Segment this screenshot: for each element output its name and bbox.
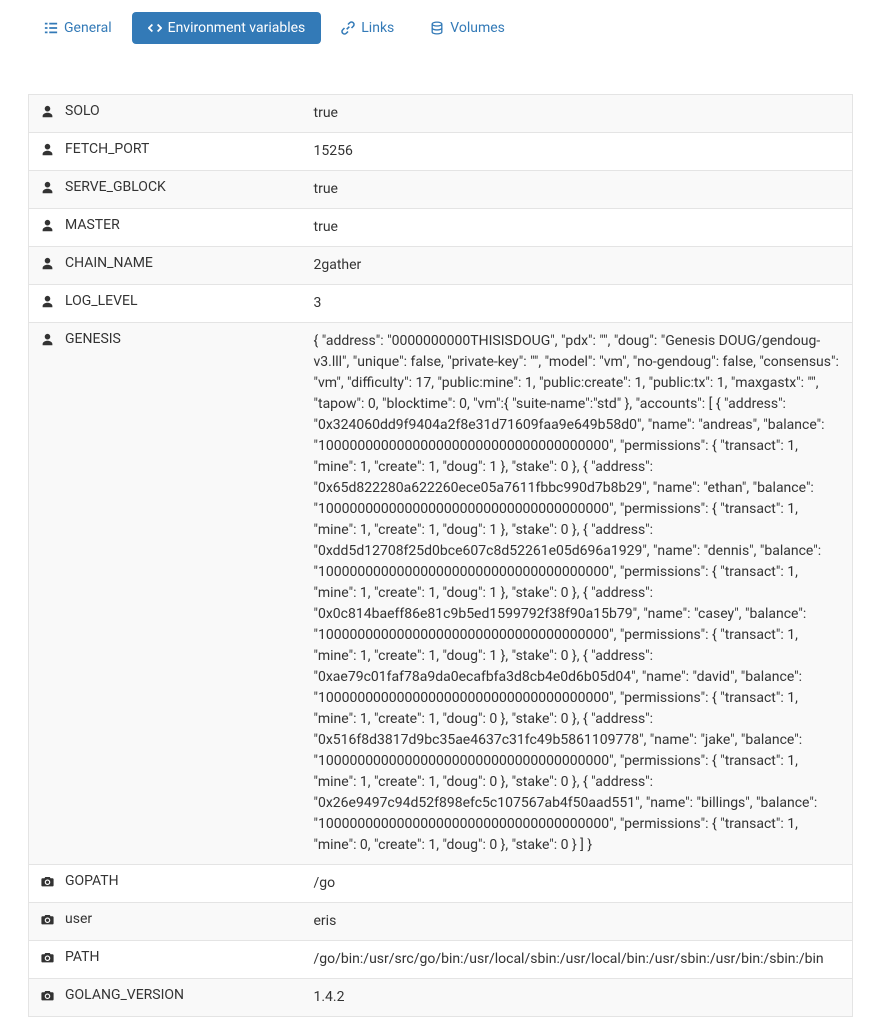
- env-key-label: FETCH_PORT: [65, 141, 149, 157]
- env-value-cell: /go/bin:/usr/src/go/bin:/usr/local/sbin:…: [314, 941, 853, 979]
- env-key-label: SOLO: [65, 103, 100, 119]
- env-row: FETCH_PORT 15256: [29, 133, 853, 171]
- env-key-cell: SERVE_GBLOCK: [29, 171, 314, 209]
- tabs-bar: General Environment variables Links Volu…: [28, 12, 853, 44]
- env-key-cell: SOLO: [29, 95, 314, 133]
- tab-general-label: General: [64, 20, 112, 36]
- env-value-cell: eris: [314, 903, 853, 941]
- env-key-cell: MASTER: [29, 209, 314, 247]
- camera-icon: [41, 913, 55, 927]
- tab-volumes[interactable]: Volumes: [414, 12, 521, 44]
- tab-environment-variables[interactable]: Environment variables: [132, 12, 322, 44]
- env-key-cell: GOLANG_VERSION: [29, 979, 314, 1017]
- volumes-icon: [430, 21, 444, 35]
- env-key-label: LOG_LEVEL: [65, 293, 138, 309]
- env-key-label: PATH: [65, 949, 99, 965]
- list-icon: [44, 21, 58, 35]
- user-icon: [41, 257, 55, 271]
- camera-icon: [41, 989, 55, 1003]
- env-key-label: GENESIS: [65, 331, 121, 347]
- env-value-cell: true: [314, 209, 853, 247]
- env-key-cell: GOPATH: [29, 865, 314, 903]
- tab-env-label: Environment variables: [168, 20, 306, 36]
- user-icon: [41, 219, 55, 233]
- env-row: user eris: [29, 903, 853, 941]
- env-row: CHAIN_NAME 2gather: [29, 247, 853, 285]
- env-value-cell: true: [314, 95, 853, 133]
- env-key-label: user: [65, 911, 92, 927]
- env-key-cell: FETCH_PORT: [29, 133, 314, 171]
- env-key-label: GOPATH: [65, 873, 119, 889]
- env-key-cell: GENESIS: [29, 323, 314, 865]
- env-value-cell: true: [314, 171, 853, 209]
- tab-links-label: Links: [361, 20, 394, 36]
- tab-general[interactable]: General: [28, 12, 128, 44]
- tab-volumes-label: Volumes: [450, 20, 505, 36]
- env-row: SOLO true: [29, 95, 853, 133]
- env-key-cell: PATH: [29, 941, 314, 979]
- env-row: GENESIS { "address": "0000000000THISISDOU…: [29, 323, 853, 865]
- camera-icon: [41, 951, 55, 965]
- env-value-cell: 2gather: [314, 247, 853, 285]
- env-row: MASTER true: [29, 209, 853, 247]
- env-key-cell: LOG_LEVEL: [29, 285, 314, 323]
- link-icon: [341, 21, 355, 35]
- env-key-label: MASTER: [65, 217, 120, 233]
- user-icon: [41, 333, 55, 347]
- env-key-cell: CHAIN_NAME: [29, 247, 314, 285]
- env-row: GOLANG_VERSION 1.4.2: [29, 979, 853, 1017]
- env-value-cell: 1.4.2: [314, 979, 853, 1017]
- env-row: GOPATH/go: [29, 865, 853, 903]
- tab-links[interactable]: Links: [325, 12, 410, 44]
- user-icon: [41, 105, 55, 119]
- code-icon: [148, 21, 162, 35]
- user-icon: [41, 295, 55, 309]
- env-key-label: SERVE_GBLOCK: [65, 179, 166, 195]
- env-row: PATH/go/bin:/usr/src/go/bin:/usr/local/s…: [29, 941, 853, 979]
- env-row: LOG_LEVEL 3: [29, 285, 853, 323]
- env-value-cell: /go: [314, 865, 853, 903]
- user-icon: [41, 181, 55, 195]
- env-key-label: CHAIN_NAME: [65, 255, 153, 271]
- env-value-cell: { "address": "0000000000THISISDOUG", "pd…: [314, 323, 853, 865]
- user-icon: [41, 143, 55, 157]
- env-key-cell: user: [29, 903, 314, 941]
- env-value-cell: 3: [314, 285, 853, 323]
- env-row: SERVE_GBLOCK true: [29, 171, 853, 209]
- env-value-cell: 15256: [314, 133, 853, 171]
- env-vars-table: SOLOtrueFETCH_PORT15256SERVE_GBLOCKtrueM…: [28, 94, 853, 1017]
- camera-icon: [41, 875, 55, 889]
- env-key-label: GOLANG_VERSION: [65, 987, 184, 1003]
